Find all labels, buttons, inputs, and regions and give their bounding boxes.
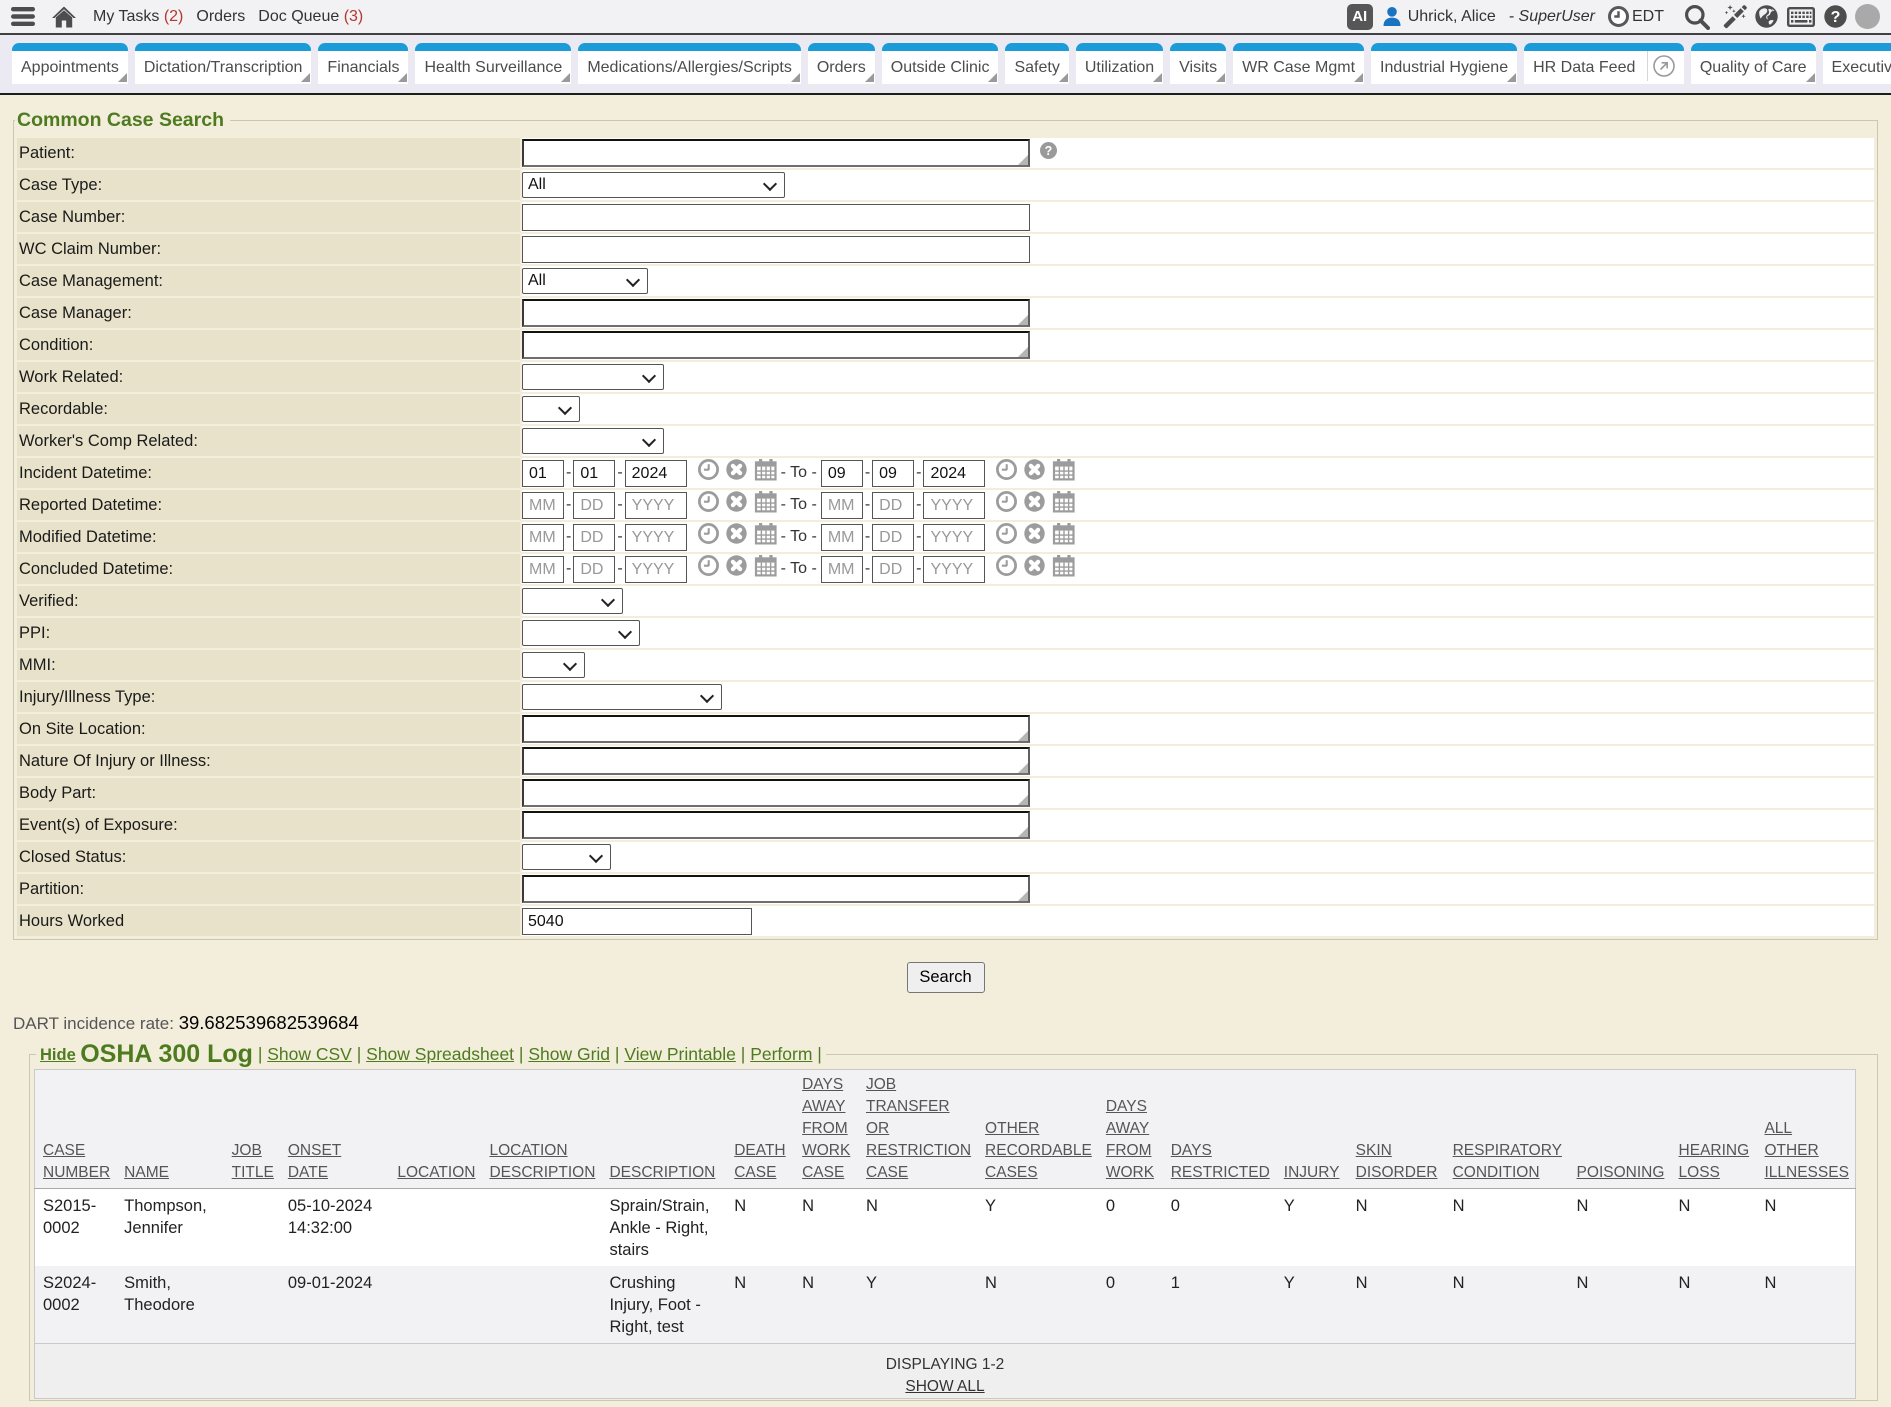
svg-text:?: ? <box>1045 144 1053 158</box>
svg-text:?: ? <box>1831 9 1841 26</box>
